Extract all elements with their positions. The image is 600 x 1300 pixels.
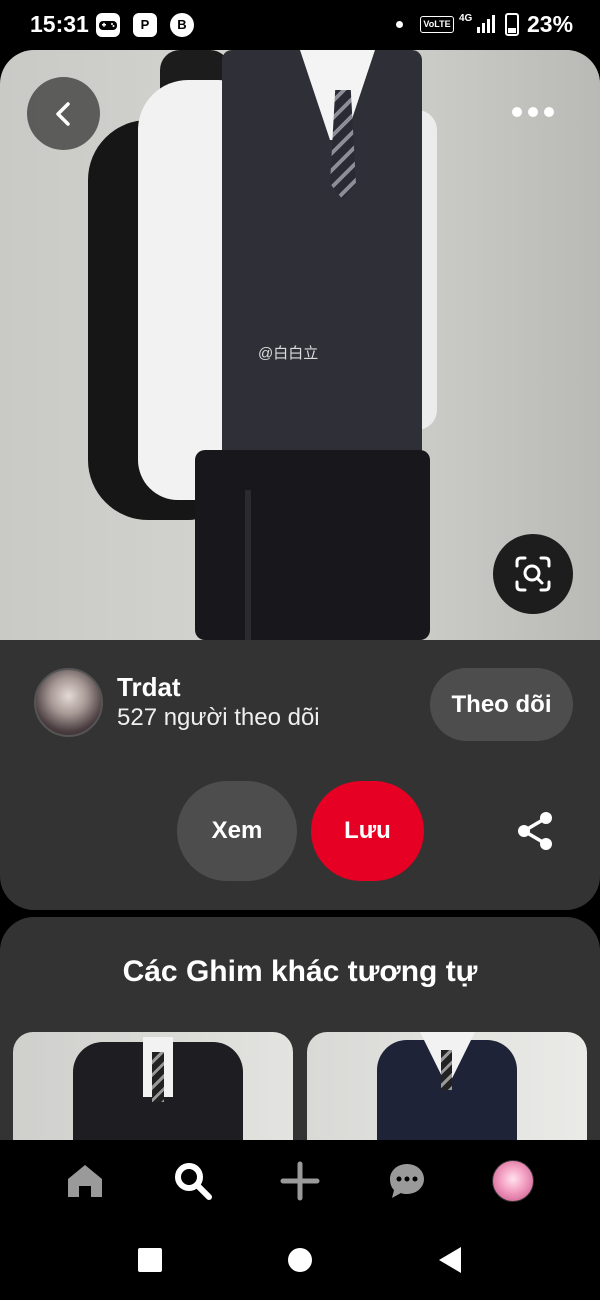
related-pin-1[interactable] — [13, 1032, 293, 1152]
share-icon — [518, 812, 552, 850]
battery-percent: 23% — [527, 11, 574, 37]
back-button[interactable] — [27, 77, 100, 150]
more-dots-icon — [528, 107, 538, 117]
chevron-left-icon — [55, 101, 70, 126]
home-icon — [68, 1165, 102, 1197]
creator-followers: 527 người theo dõi — [117, 704, 320, 731]
photo-trousers — [195, 450, 430, 640]
status-bar: 15:31 P B VoLTE 4G 23% — [0, 0, 600, 50]
nav-messages[interactable] — [384, 1158, 430, 1204]
messages-icon — [390, 1164, 424, 1198]
search-icon — [175, 1163, 212, 1200]
bitcoin-icon: B — [170, 13, 194, 37]
home-circle-icon — [288, 1248, 312, 1272]
photo-trouser-crease — [245, 490, 251, 640]
back-triangle-icon — [439, 1247, 461, 1273]
nav-profile[interactable] — [490, 1158, 536, 1204]
gamepad-icon — [96, 13, 120, 37]
back-system-button[interactable] — [435, 1245, 465, 1275]
recents-square-icon — [138, 1248, 162, 1272]
profile-avatar — [492, 1160, 534, 1202]
home-system-button[interactable] — [285, 1245, 315, 1275]
related-pins-title: Các Ghim khác tương tự — [122, 955, 478, 988]
notification-dot — [396, 21, 403, 28]
related-pin-2[interactable] — [307, 1032, 587, 1152]
more-options-button[interactable] — [502, 92, 564, 132]
parking-app-icon: P — [133, 13, 157, 37]
share-button[interactable] — [513, 808, 559, 854]
nav-create[interactable] — [277, 1158, 323, 1204]
visual-search-button[interactable] — [493, 534, 573, 614]
signal-icon — [477, 15, 495, 33]
save-button[interactable]: Lưu — [311, 781, 424, 881]
battery-icon — [505, 13, 519, 36]
create-plus-icon — [280, 1161, 320, 1201]
status-time: 15:31 — [30, 11, 89, 37]
related-pin-1-tie — [152, 1052, 164, 1102]
nav-home[interactable] — [62, 1158, 108, 1204]
related-pin-2-tie — [441, 1050, 452, 1090]
recents-button[interactable] — [135, 1245, 165, 1275]
network-type: 4G — [459, 13, 473, 24]
volte-badge: VoLTE — [420, 16, 454, 33]
view-button[interactable]: Xem — [177, 781, 297, 881]
more-dots-icon — [544, 107, 554, 117]
visual-search-icon — [515, 556, 551, 592]
more-dots-icon — [512, 107, 522, 117]
creator-avatar[interactable] — [34, 668, 103, 737]
image-watermark: @白白立 — [258, 345, 319, 362]
nav-search[interactable] — [170, 1158, 216, 1204]
follow-button[interactable]: Theo dõi — [430, 668, 573, 741]
creator-name[interactable]: Trdat — [117, 672, 181, 703]
